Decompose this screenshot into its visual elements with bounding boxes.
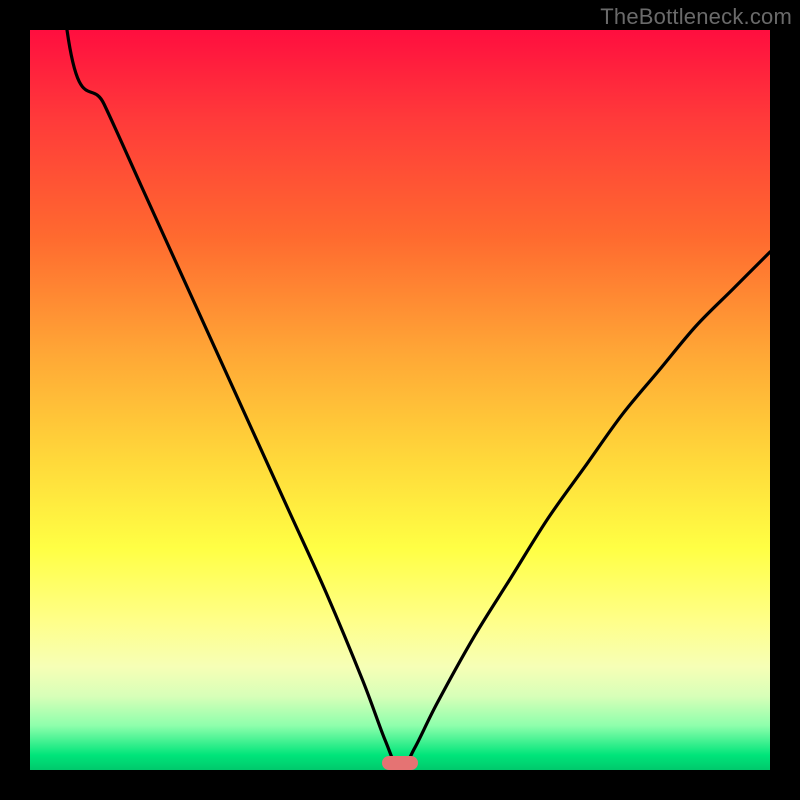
optimum-marker <box>382 756 418 770</box>
bottleneck-curve <box>30 30 770 770</box>
plot-area <box>30 30 770 770</box>
watermark-text: TheBottleneck.com <box>600 4 792 30</box>
chart-frame: TheBottleneck.com <box>0 0 800 800</box>
